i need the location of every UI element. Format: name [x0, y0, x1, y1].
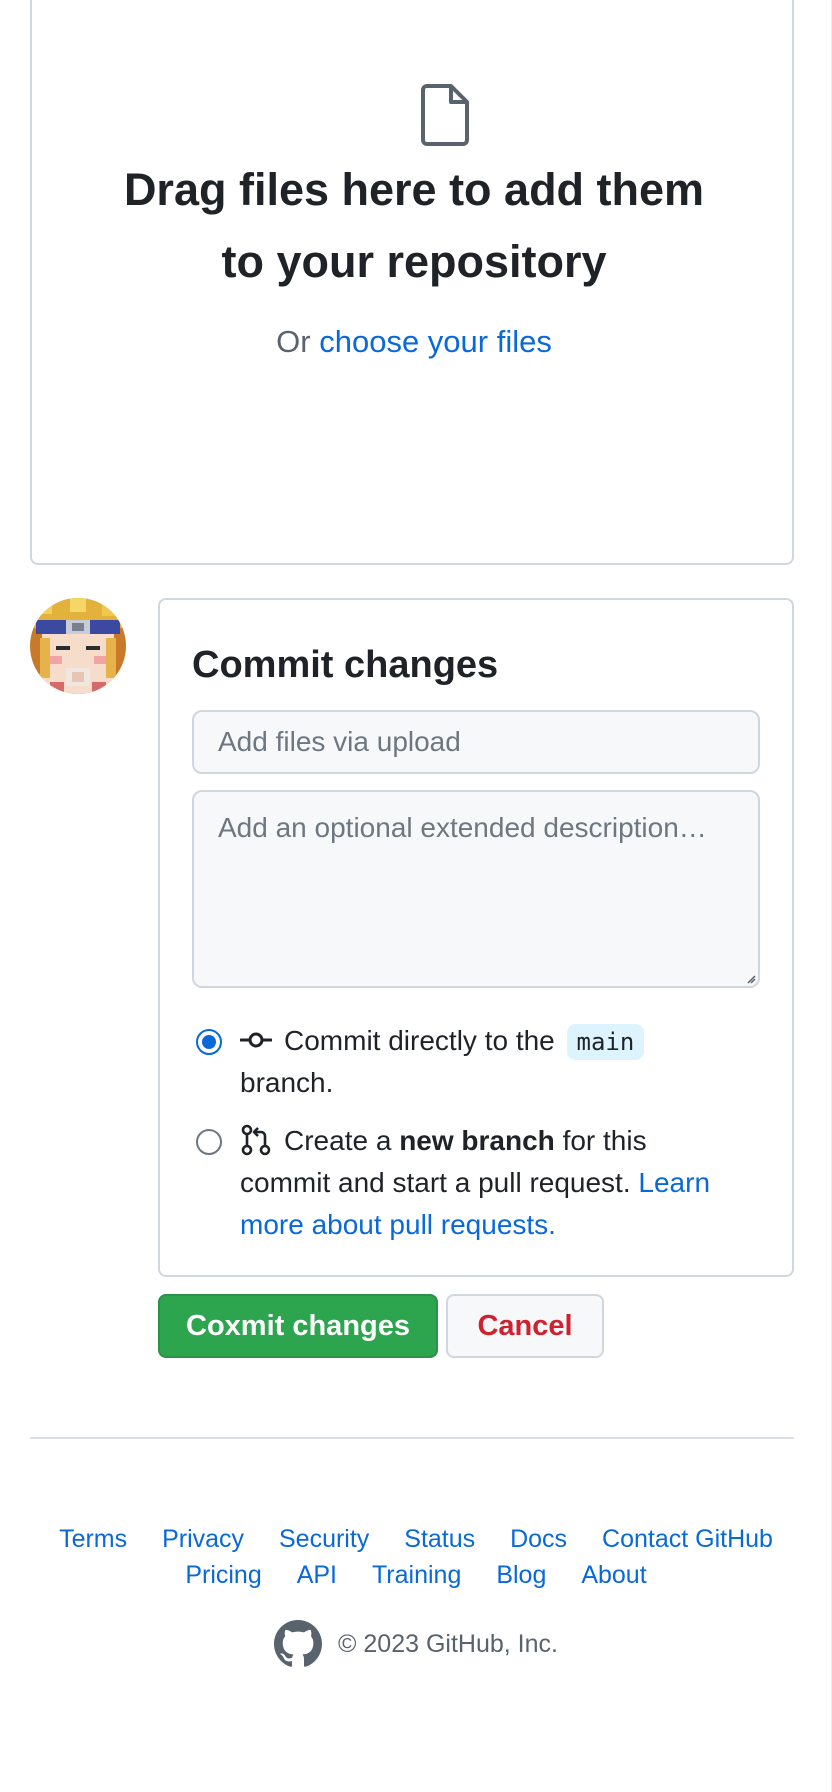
file-icon — [421, 84, 469, 146]
or-text: Or — [276, 324, 311, 359]
footer-link-pricing[interactable]: Pricing — [185, 1561, 261, 1589]
upload-page: Drag files here to add them to your repo… — [0, 0, 832, 1792]
drop-zone-title-line1: Drag files here to add them — [123, 164, 705, 215]
commit-summary-input[interactable] — [192, 710, 760, 774]
avatar-image — [30, 598, 126, 694]
footer-link-terms[interactable]: Terms — [59, 1525, 127, 1553]
commit-direct-text: Commit directly to the — [284, 1025, 555, 1056]
footer-link-api[interactable]: API — [297, 1561, 337, 1589]
commit-changes-button[interactable]: Coxmit changes — [158, 1294, 438, 1358]
footer-link-about[interactable]: About — [581, 1561, 646, 1589]
user-avatar[interactable] — [30, 598, 126, 694]
git-commit-icon — [240, 1032, 272, 1048]
git-pull-request-icon — [241, 1124, 271, 1156]
footer-link-blog[interactable]: Blog — [496, 1561, 546, 1589]
branch-name-badge: main — [566, 1024, 645, 1060]
footer-link-contact[interactable]: Contact GitHub — [602, 1525, 773, 1553]
commit-direct-label: Commit directly to the main branch. — [240, 1020, 740, 1104]
commit-direct-text-after: branch. — [240, 1067, 334, 1098]
resize-grip-icon[interactable] — [746, 974, 756, 984]
drop-zone-subtitle: Or choose your files — [32, 320, 796, 364]
footer-links-row2: Pricing API Training Blog About — [0, 1557, 832, 1593]
footer-link-security[interactable]: Security — [279, 1525, 369, 1553]
footer-link-docs[interactable]: Docs — [510, 1525, 567, 1553]
commit-changes-box: Commit changes Commit directly to the ma… — [158, 598, 794, 1277]
new-branch-bold: new branch — [399, 1125, 555, 1156]
copyright-text: © 2023 GitHub, Inc. — [338, 1629, 558, 1658]
file-drop-zone[interactable]: Drag files here to add them to your repo… — [30, 0, 794, 565]
github-mark-icon[interactable] — [274, 1620, 323, 1668]
footer-links-row1: Terms Privacy Security Status Docs Conta… — [0, 1521, 832, 1557]
commit-title: Commit changes — [192, 644, 499, 686]
cancel-button[interactable]: Cancel — [446, 1294, 604, 1358]
commit-direct-radio[interactable] — [196, 1029, 222, 1055]
footer-divider — [30, 1437, 794, 1439]
choose-files-link[interactable]: choose your files — [319, 324, 552, 359]
drop-zone-title: Drag files here to add them to your repo… — [32, 154, 796, 298]
footer-link-status[interactable]: Status — [404, 1525, 475, 1553]
create-branch-text-before: Create a — [284, 1125, 392, 1156]
commit-description-input[interactable] — [192, 790, 760, 988]
create-branch-label: Create a new branch for this commit and … — [240, 1120, 740, 1246]
drop-zone-title-line2: to your repository — [221, 236, 607, 287]
footer-copyright: © 2023 GitHub, Inc. — [0, 1620, 832, 1668]
footer-link-training[interactable]: Training — [372, 1561, 461, 1589]
create-branch-radio[interactable] — [196, 1129, 222, 1155]
footer-link-privacy[interactable]: Privacy — [162, 1525, 244, 1553]
